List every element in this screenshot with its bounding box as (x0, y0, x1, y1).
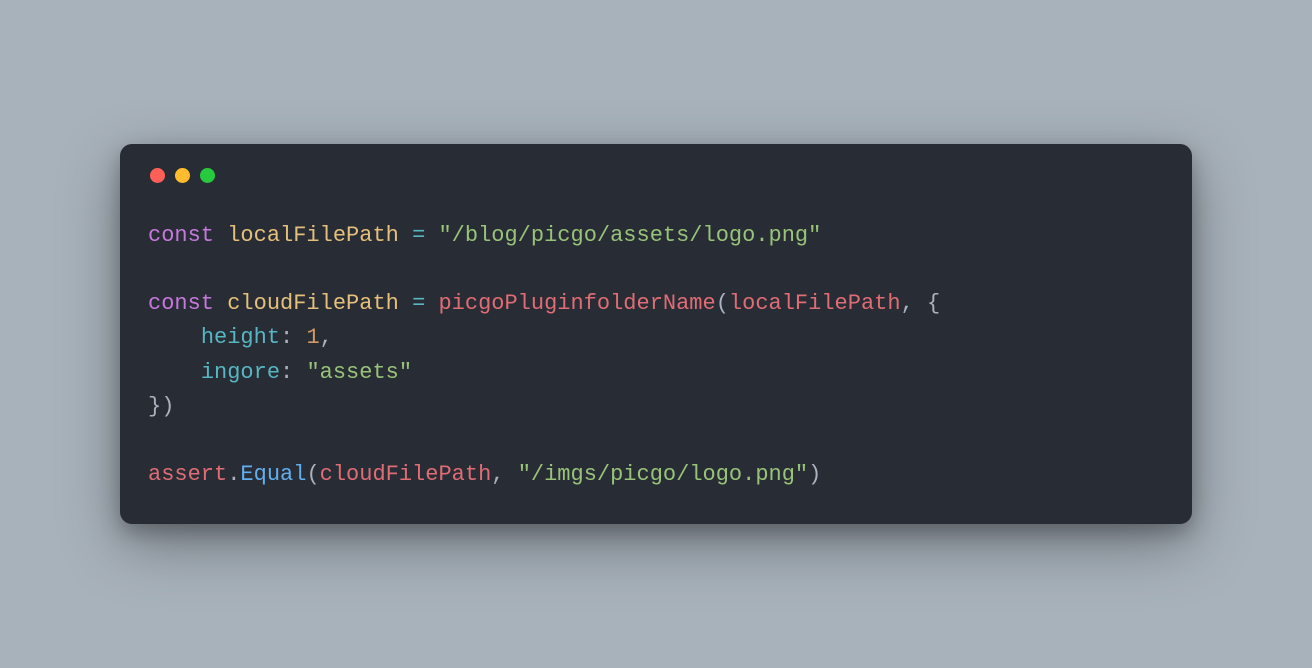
brace-open: { (927, 291, 940, 316)
string-literal: "/imgs/picgo/logo.png" (518, 462, 808, 487)
number-literal: 1 (306, 325, 319, 350)
string-literal: "/blog/picgo/assets/logo.png" (438, 223, 821, 248)
dot: . (227, 462, 240, 487)
close-icon[interactable] (150, 168, 165, 183)
paren-close: ) (808, 462, 821, 487)
keyword-const: const (148, 291, 214, 316)
comma: , (491, 462, 504, 487)
window-titlebar (148, 168, 1164, 183)
maximize-icon[interactable] (200, 168, 215, 183)
argument-cloudFilePath: cloudFilePath (320, 462, 492, 487)
identifier-localFilePath: localFilePath (227, 223, 399, 248)
comma: , (320, 325, 333, 350)
code-block: const localFilePath = "/blog/picgo/asset… (148, 219, 1164, 492)
paren-open: ( (306, 462, 319, 487)
comma: , (901, 291, 914, 316)
property-ingore: ingore (201, 360, 280, 385)
code-window: const localFilePath = "/blog/picgo/asset… (120, 144, 1192, 524)
method-Equal: Equal (240, 462, 306, 487)
colon: : (280, 325, 293, 350)
string-literal: "assets" (306, 360, 412, 385)
identifier-assert: assert (148, 462, 227, 487)
function-call: picgoPluginfolderName (438, 291, 715, 316)
argument-localFilePath: localFilePath (729, 291, 901, 316)
brace-close: } (148, 394, 161, 419)
paren-open: ( (716, 291, 729, 316)
property-height: height (201, 325, 280, 350)
minimize-icon[interactable] (175, 168, 190, 183)
keyword-const: const (148, 223, 214, 248)
identifier-cloudFilePath: cloudFilePath (227, 291, 399, 316)
operator-equals: = (412, 291, 425, 316)
colon: : (280, 360, 293, 385)
operator-equals: = (412, 223, 425, 248)
paren-close: ) (161, 394, 174, 419)
